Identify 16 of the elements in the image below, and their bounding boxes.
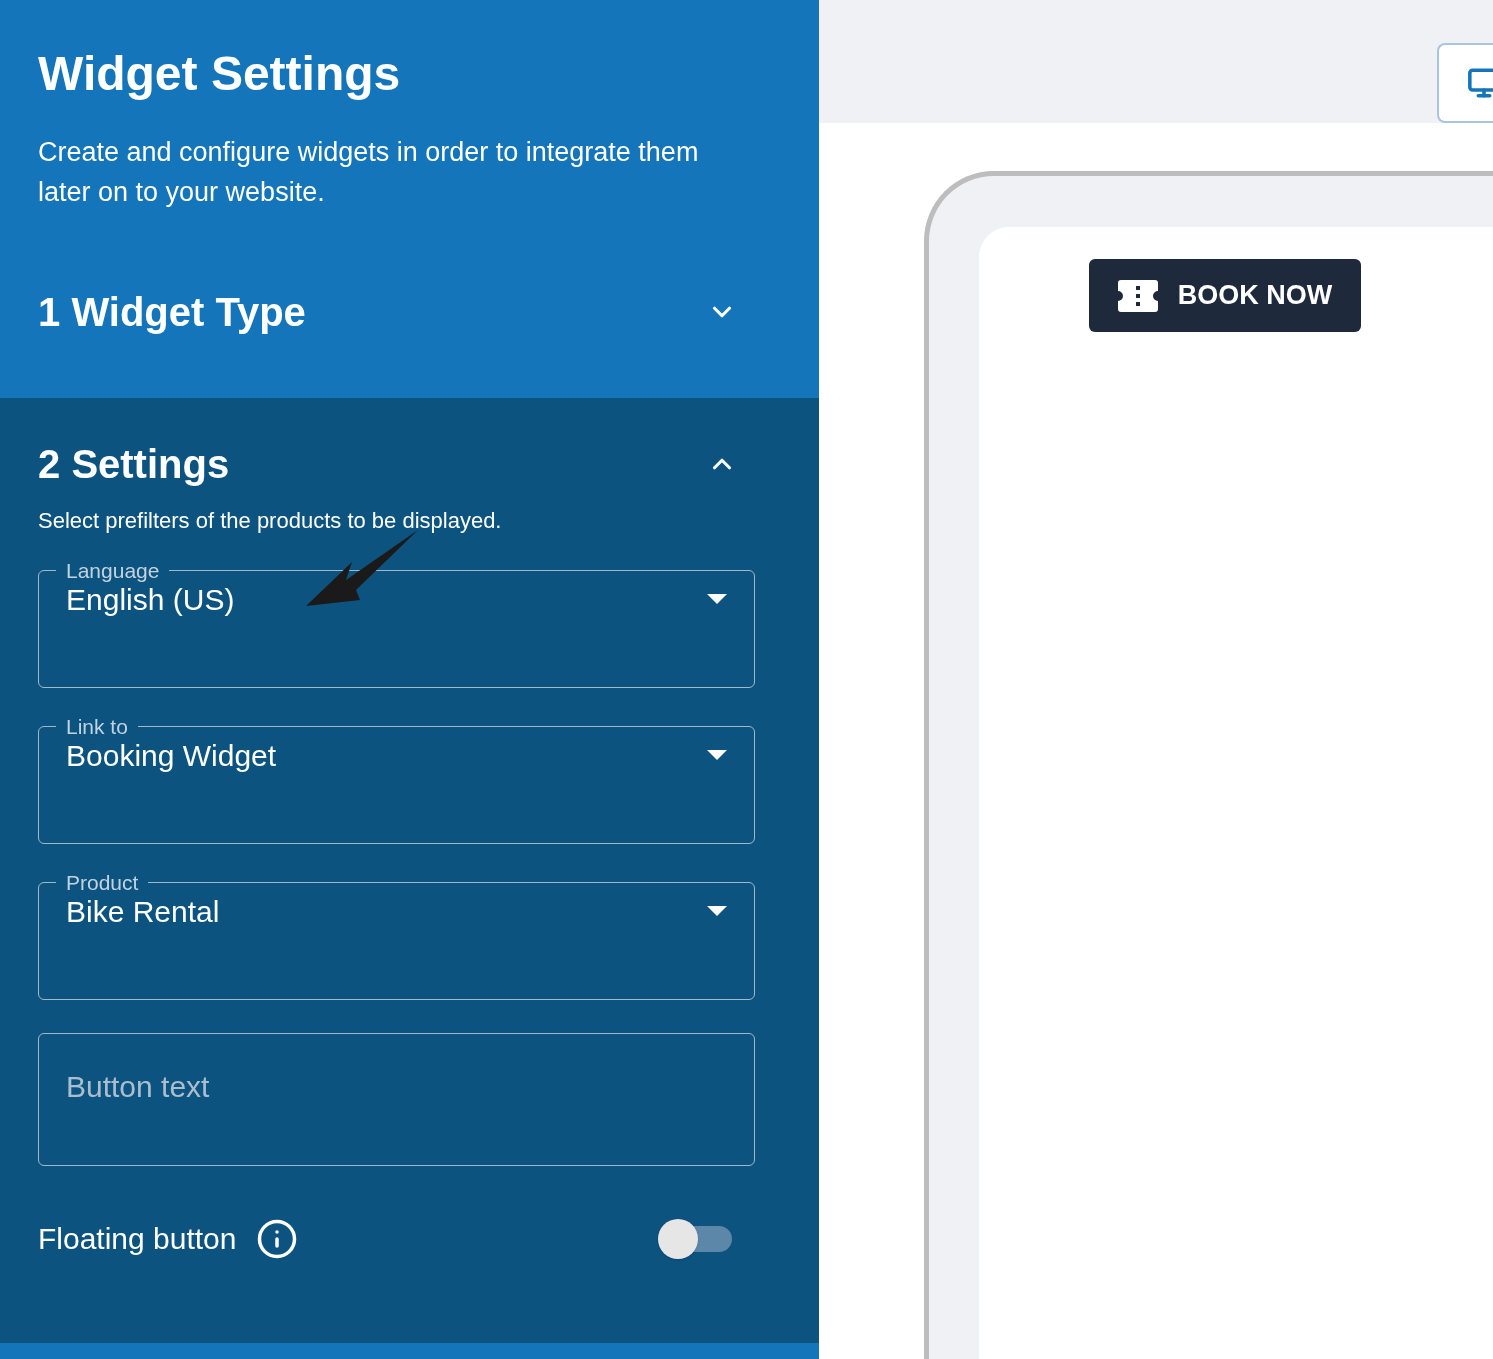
section-header[interactable]: 2 Settings [38,434,781,494]
toggle-switch[interactable] [658,1218,732,1259]
text-field[interactable]: Button text [38,1033,755,1166]
toggle-label: Floating button [38,1221,237,1257]
page-title: Widget Settings [38,46,402,102]
desktop-view-button[interactable] [1437,43,1493,123]
caret-icon [707,750,727,760]
caret-icon [707,594,727,604]
caret-icon [707,906,727,916]
ticket-icon [1117,279,1158,312]
section-description: Select prefilters of the products to be displayed. [38,507,503,535]
info-icon[interactable] [256,1217,299,1260]
book-now-button[interactable]: BOOK NOW [1089,259,1361,332]
page-description: Create and configure widgets in order to integrate them later on to your website. [38,136,700,209]
section-header[interactable]: 1 Widget Type [38,282,781,342]
monitor-icon [1467,66,1493,100]
